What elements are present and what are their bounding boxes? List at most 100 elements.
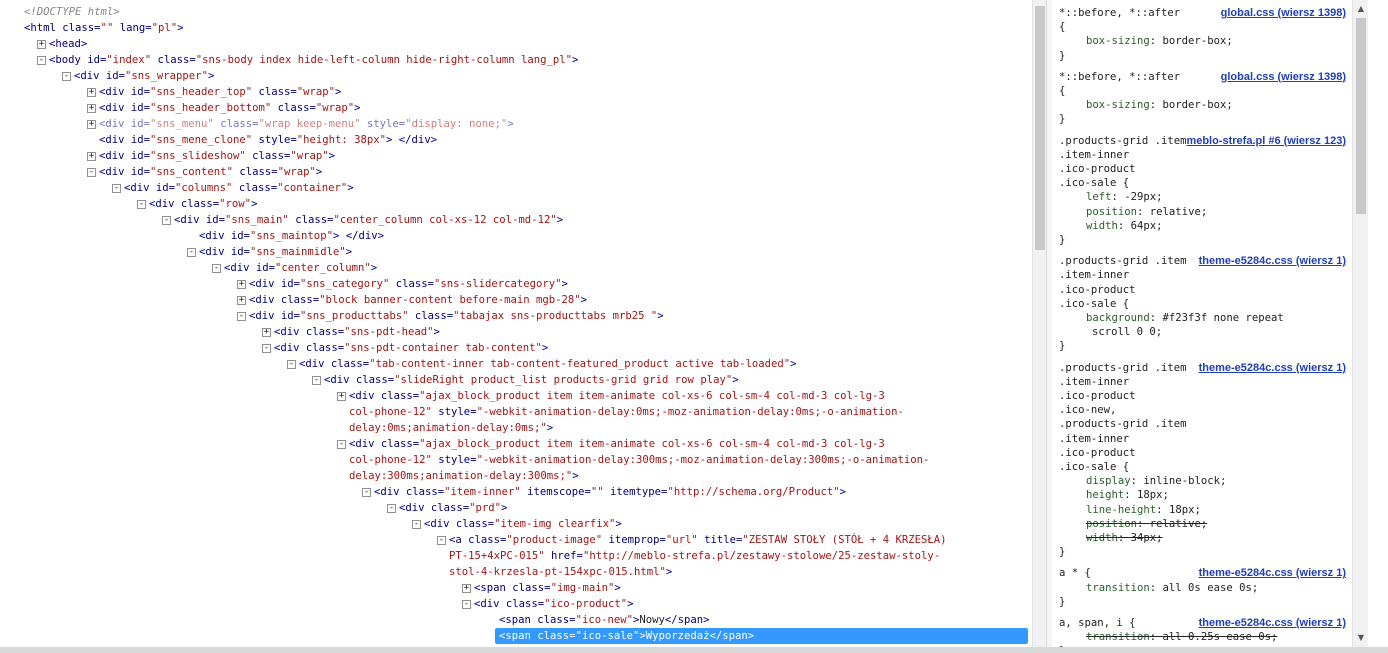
dom-node[interactable]: <body id="index" class="sns-body index h… (49, 52, 578, 68)
dom-node[interactable]: <div class="block banner-content before-… (249, 292, 587, 308)
collapse-node-icon[interactable]: - (137, 200, 146, 209)
css-declaration[interactable]: line-height: 18px; (1086, 503, 1201, 517)
dom-node[interactable]: <div id="center_column"> (224, 260, 377, 276)
collapse-node-icon[interactable]: - (337, 440, 346, 449)
css-property: box-sizing (1086, 35, 1150, 48)
collapse-node-icon[interactable]: - (462, 600, 471, 609)
css-source-link[interactable]: global.css (wiersz 1398) (1221, 6, 1346, 20)
collapse-node-icon[interactable]: - (362, 488, 371, 497)
expand-node-icon[interactable]: + (87, 152, 96, 161)
collapse-node-icon[interactable]: - (187, 248, 196, 257)
dom-node[interactable]: <div class="row"> (149, 196, 257, 212)
dom-node[interactable]: <div id="sns_slideshow" class="wrap"> (99, 148, 335, 164)
expand-node-icon[interactable]: + (462, 584, 471, 593)
dom-node[interactable]: <div class="ico-product"> (474, 596, 633, 612)
dom-node[interactable]: <head> (49, 36, 87, 52)
dom-node[interactable]: <div class="slideRight product_list prod… (324, 372, 739, 388)
css-declaration[interactable]: position: relative; (1086, 205, 1207, 219)
css-value: inline-block; (1143, 475, 1227, 488)
dom-node[interactable]: <div id="sns_maintop"> </div> (199, 228, 384, 244)
css-declaration[interactable]: background: #f23f3f none repeat (1086, 311, 1284, 325)
collapse-node-icon[interactable]: - (162, 216, 171, 225)
css-declaration[interactable]: position: relative; (1086, 517, 1207, 531)
dom-node[interactable]: <span class="ico-new">Nowy</span> (499, 612, 710, 628)
expand-node-icon[interactable]: + (237, 296, 246, 305)
scroll-down-arrow-icon[interactable]: ▼ (1356, 633, 1366, 643)
expand-node-icon[interactable]: + (237, 280, 246, 289)
expand-node-icon[interactable]: + (87, 88, 96, 97)
dom-node[interactable]: <div id="sns_wrapper"> (74, 68, 214, 84)
dom-node[interactable]: <div id="sns_producttabs" class="tabajax… (249, 308, 664, 324)
dom-node[interactable]: delay:0ms;animation-delay:0ms;"> (349, 420, 553, 436)
dom-node[interactable]: <div id="sns_category" class="sns-slider… (249, 276, 568, 292)
dom-tree-scrollbar[interactable] (1032, 0, 1046, 647)
css-rules-scroll-thumb[interactable] (1356, 18, 1366, 214)
dom-node[interactable]: <div id="sns_main" class="center_column … (174, 212, 563, 228)
dom-node[interactable]: <div id="columns" class="container"> (124, 180, 354, 196)
collapse-node-icon[interactable]: - (62, 72, 71, 81)
dom-node[interactable]: <div id="sns_mainmidle"> (199, 244, 352, 260)
dom-node[interactable]: <div class="item-inner" itemscope="" ite… (374, 484, 846, 500)
collapse-node-icon[interactable]: - (287, 360, 296, 369)
collapse-node-icon[interactable]: - (262, 344, 271, 353)
expand-node-icon[interactable]: + (87, 104, 96, 113)
collapse-node-icon[interactable]: - (437, 536, 446, 545)
css-declaration[interactable]: transition: all 0.25s ease 0s; (1086, 630, 1277, 644)
dom-node[interactable]: stol-4-krzesla-pt-154xpc-015.html"> (449, 564, 672, 580)
collapse-node-icon[interactable]: - (87, 168, 96, 177)
css-declaration[interactable]: height: 18px; (1086, 488, 1169, 502)
dom-node[interactable]: col-phone-12" style="-webkit-animation-d… (349, 404, 904, 420)
scroll-up-arrow-icon[interactable]: ▲ (1356, 4, 1366, 14)
collapse-node-icon[interactable]: - (312, 376, 321, 385)
css-source-link[interactable]: global.css (wiersz 1398) (1221, 70, 1346, 84)
dom-node[interactable]: <a class="product-image" itemprop="url" … (449, 532, 947, 548)
css-source-link[interactable]: theme-e5284c.css (wiersz 1) (1199, 616, 1346, 630)
css-rules-panel[interactable]: global.css (wiersz 1398) *::before, *::af… (1052, 0, 1352, 647)
dom-node[interactable]: <html class="" lang="pl"> (24, 20, 184, 36)
dom-node[interactable]: delay:300ms;animation-delay:300ms;"> (349, 468, 579, 484)
dom-tree-scroll-thumb[interactable] (1035, 6, 1045, 250)
dom-node[interactable]: <div class="sns-pdt-head"> (274, 324, 440, 340)
collapse-node-icon[interactable]: - (212, 264, 221, 273)
dom-node[interactable]: <div id="sns_content" class="wrap"> (99, 164, 322, 180)
expand-node-icon[interactable]: + (337, 392, 346, 401)
css-declaration[interactable]: width: 34px; (1086, 531, 1163, 545)
css-source-link[interactable]: theme-e5284c.css (wiersz 1) (1199, 254, 1346, 268)
dom-node[interactable]: col-phone-12" style="-webkit-animation-d… (349, 452, 929, 468)
dom-node[interactable]: <div class="ajax_block_product item item… (349, 388, 885, 404)
expand-node-icon[interactable]: + (37, 40, 46, 49)
css-source-link[interactable]: theme-e5284c.css (wiersz 1) (1199, 361, 1346, 375)
css-declaration[interactable]: box-sizing: border-box; (1086, 34, 1233, 48)
expand-node-icon[interactable]: + (262, 328, 271, 337)
css-declaration[interactable]: width: 64px; (1086, 219, 1163, 233)
dom-node[interactable]: PT-15+4xPC-015" href="http://meblo-stref… (449, 548, 940, 564)
dom-node[interactable]: <div class="tab-content-inner tab-conten… (299, 356, 797, 372)
dom-node[interactable]: <div id="sns_header_bottom" class="wrap"… (99, 100, 361, 116)
dom-node-selected[interactable]: <span class="ico-sale">Wyporzedaż</span> (495, 628, 1028, 644)
css-source-link[interactable]: meblo-strefa.pl #6 (wiersz 123) (1186, 134, 1346, 148)
css-declaration[interactable]: display: inline-block; (1086, 474, 1226, 488)
dom-node[interactable]: <div class="ajax_block_product item item… (349, 436, 885, 452)
expand-node-icon[interactable]: + (87, 120, 96, 129)
dom-node[interactable]: <div id="sns_header_top" class="wrap"> (99, 84, 341, 100)
collapse-node-icon[interactable]: - (412, 520, 421, 529)
collapse-node-icon[interactable]: - (237, 312, 246, 321)
dom-node[interactable]: <div class="prd"> (399, 500, 507, 516)
dom-node[interactable]: <div id="sns_mene_clone" style="height: … (99, 132, 437, 148)
dom-node[interactable]: <div class="item-img clearfix"> (424, 516, 622, 532)
dom-token: id= (130, 86, 151, 98)
dom-node[interactable]: <div class="sns-pdt-container tab-conten… (274, 340, 548, 356)
collapse-node-icon[interactable]: - (387, 504, 396, 513)
css-declaration[interactable]: transition: all 0s ease 0s; (1086, 581, 1258, 595)
dom-node[interactable]: <!DOCTYPE html> (24, 4, 120, 20)
dom-node[interactable]: <span class="img-main"> (474, 580, 621, 596)
dom-tree-panel[interactable]: <!DOCTYPE html> <html class="" lang="pl">… (0, 0, 1033, 647)
collapse-node-icon[interactable]: - (37, 56, 46, 65)
horizontal-scrollbar[interactable] (0, 647, 1388, 653)
collapse-node-icon[interactable]: - (112, 184, 121, 193)
css-declaration[interactable]: box-sizing: border-box; (1086, 98, 1233, 112)
dom-node[interactable]: <div id="sns_menu" class="wrap keep-menu… (99, 116, 514, 132)
css-declaration[interactable]: left: -29px; (1086, 190, 1163, 204)
css-rules-scrollbar[interactable]: ▲ ▼ (1352, 0, 1368, 647)
css-source-link[interactable]: theme-e5284c.css (wiersz 1) (1199, 566, 1346, 580)
